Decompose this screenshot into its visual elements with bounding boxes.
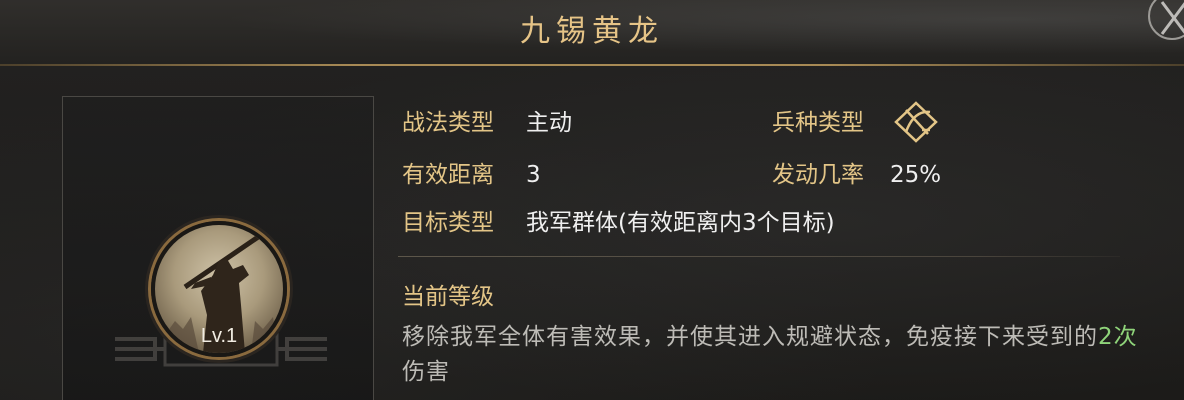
skill-title: 九锡黄龙 — [520, 14, 664, 49]
tactic-type-value: 主动 — [526, 110, 572, 136]
crossed-weapons-icon — [894, 101, 938, 143]
trigger-rate-label: 发动几率 — [772, 162, 864, 188]
section-divider — [398, 256, 1120, 257]
range-label: 有效距离 — [402, 162, 494, 188]
target-type-label: 目标类型 — [402, 210, 494, 236]
description-text: 移除我军全体有害效果，并使其进入规避状态，免疫接下来受到的 — [402, 324, 1098, 350]
description-highlight: 2次 — [1098, 324, 1138, 350]
skill-description: 移除我军全体有害效果，并使其进入规避状态，免疫接下来受到的2次伤害 — [402, 320, 1142, 390]
close-button[interactable] — [1148, 0, 1184, 40]
description-text-end: 伤害 — [402, 359, 450, 385]
skill-portrait-panel: Lv.1 — [62, 96, 374, 400]
current-level-heading: 当前等级 — [402, 284, 494, 310]
skill-detail-window: 九锡黄龙 Lv.1 战法类型 主动 兵种类型 有效距离 3 发动几率 25% 目… — [0, 0, 1184, 400]
tactic-type-label: 战法类型 — [402, 110, 494, 136]
target-type-value: 我军群体(有效距离内3个目标) — [526, 210, 835, 236]
close-icon — [1160, 1, 1184, 35]
skill-icon-badge[interactable]: Lv.1 — [151, 221, 287, 357]
troop-type-label: 兵种类型 — [772, 110, 864, 136]
skill-level: Lv.1 — [200, 325, 238, 347]
trigger-rate-value: 25% — [890, 162, 942, 188]
header-divider — [0, 64, 1184, 66]
range-value: 3 — [526, 162, 541, 188]
